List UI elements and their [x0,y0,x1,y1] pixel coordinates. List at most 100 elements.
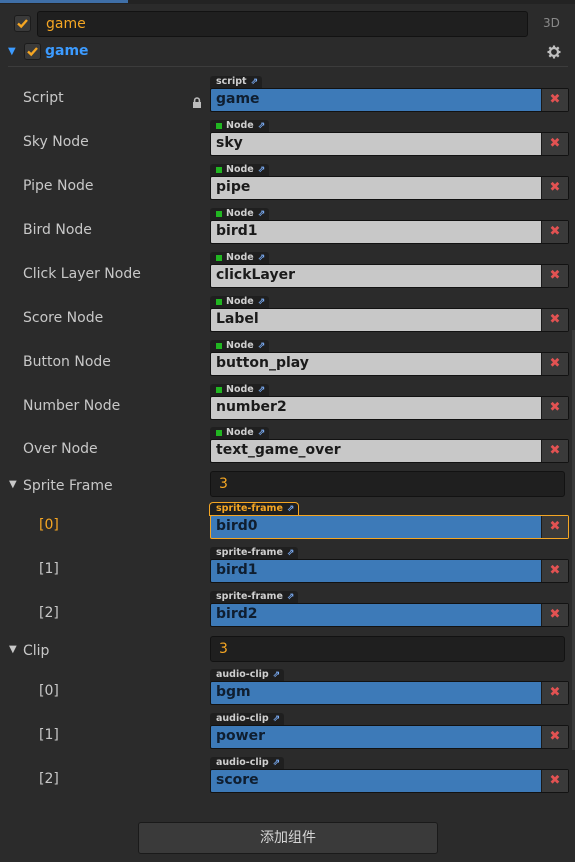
asset-field[interactable]: power ✖ [210,725,569,749]
checkmark-icon [17,19,28,29]
array-index-label: [2] [39,605,59,621]
triangle-down-icon[interactable]: ▼ [9,644,17,655]
array-item-sprite-frame-0: [0] sprite-frame ⇗ bird0 ✖ [0,503,575,547]
field-value: power [216,728,265,744]
property-label: Number Node [23,398,121,414]
type-badge: Node ⇗ [210,427,270,439]
external-link-icon[interactable]: ⇗ [273,713,281,725]
property-label: Sky Node [23,134,89,150]
close-icon[interactable]: ✖ [541,682,568,704]
node-field[interactable]: clickLayer ✖ [210,264,569,288]
type-badge: Node ⇗ [210,164,270,176]
property-label: Bird Node [23,222,92,238]
close-icon[interactable]: ✖ [541,770,568,792]
triangle-down-icon[interactable]: ▼ [9,479,17,490]
gear-icon[interactable] [547,44,561,63]
property-row-pipe-node: Pipe Node Node ⇗ pipe ✖ [0,164,575,208]
type-badge: Node ⇗ [210,208,270,220]
external-link-icon[interactable]: ⇗ [287,591,295,603]
array-size-input[interactable]: 3 [210,471,565,497]
add-component-button[interactable]: 添加组件 [138,822,438,854]
node-field[interactable]: number2 ✖ [210,396,569,420]
type-badge: Node ⇗ [210,252,270,264]
close-icon[interactable]: ✖ [541,309,568,331]
field-value: bird1 [216,223,258,239]
array-item-sprite-frame-2: [2] sprite-frame ⇗ bird2 ✖ [0,591,575,635]
close-icon[interactable]: ✖ [541,726,568,748]
script-field[interactable]: game ✖ [210,88,569,112]
3d-toggle[interactable]: 3D [543,16,560,30]
node-field[interactable]: button_play ✖ [210,352,569,376]
external-link-icon[interactable]: ⇗ [258,208,266,220]
array-size-value: 3 [219,476,228,492]
array-index-label: [0] [39,683,59,699]
external-link-icon[interactable]: ⇗ [273,669,281,681]
type-badge: Node ⇗ [210,120,270,132]
node-dot-icon [216,299,222,305]
external-link-icon[interactable]: ⇗ [258,296,266,308]
array-label: Sprite Frame [23,478,113,494]
array-item-clip-0: [0] audio-clip ⇗ bgm ✖ [0,669,575,713]
node-field[interactable]: pipe ✖ [210,176,569,200]
array-index-label: [1] [39,727,59,743]
field-value: number2 [216,399,287,415]
asset-field[interactable]: bird2 ✖ [210,603,569,627]
external-link-icon[interactable]: ⇗ [258,120,266,132]
node-field[interactable]: bird1 ✖ [210,220,569,244]
external-link-icon[interactable]: ⇗ [258,340,266,352]
array-item-sprite-frame-1: [1] sprite-frame ⇗ bird1 ✖ [0,547,575,591]
close-icon[interactable]: ✖ [541,221,568,243]
asset-field[interactable]: bird0 ✖ [210,515,569,539]
close-icon[interactable]: ✖ [541,89,568,111]
collapse-arrow-icon[interactable]: ▼ [8,46,16,57]
close-icon[interactable]: ✖ [541,397,568,419]
component-enabled-checkbox[interactable] [24,43,41,60]
array-label: Clip [23,643,50,659]
type-badge: Node ⇗ [210,384,270,396]
array-item-clip-1: [1] audio-clip ⇗ power ✖ [0,713,575,757]
close-icon[interactable]: ✖ [541,353,568,375]
node-dot-icon [216,343,222,349]
external-link-icon[interactable]: ⇗ [287,547,295,559]
asset-field[interactable]: bird1 ✖ [210,559,569,583]
property-row-sky-node: Sky Node Node ⇗ sky ✖ [0,120,575,164]
close-icon[interactable]: ✖ [541,604,568,626]
property-row-number-node: Number Node Node ⇗ number2 ✖ [0,384,575,428]
node-field[interactable]: text_game_over ✖ [210,439,569,463]
array-size-input[interactable]: 3 [210,636,565,662]
external-link-icon[interactable]: ⇗ [258,164,266,176]
external-link-icon[interactable]: ⇗ [287,503,295,515]
external-link-icon[interactable]: ⇗ [251,76,259,88]
node-name-input[interactable]: game [37,11,528,37]
close-icon[interactable]: ✖ [541,265,568,287]
external-link-icon[interactable]: ⇗ [273,757,281,769]
close-icon[interactable]: ✖ [541,560,568,582]
array-header-sprite-frame[interactable]: ▼ Sprite Frame 3 [0,465,575,503]
asset-field[interactable]: bgm ✖ [210,681,569,705]
property-row-button-node: Button Node Node ⇗ button_play ✖ [0,340,575,384]
node-field[interactable]: Label ✖ [210,308,569,332]
property-label: Over Node [23,441,98,457]
field-value: Label [216,311,259,327]
close-icon[interactable]: ✖ [541,516,568,538]
type-badge: sprite-frame ⇗ [210,503,299,515]
property-label: Script [23,90,64,106]
field-value: bird1 [216,562,258,578]
type-badge: sprite-frame ⇗ [210,591,299,603]
component-title[interactable]: game [45,43,89,59]
close-icon[interactable]: ✖ [541,440,568,462]
close-icon[interactable]: ✖ [541,133,568,155]
external-link-icon[interactable]: ⇗ [258,252,266,264]
header-divider [8,66,568,67]
asset-field[interactable]: score ✖ [210,769,569,793]
type-badge: audio-clip ⇗ [210,669,285,681]
node-field[interactable]: sky ✖ [210,132,569,156]
type-badge: audio-clip ⇗ [210,757,285,769]
node-dot-icon [216,255,222,261]
array-header-clip[interactable]: ▼ Clip 3 [0,630,575,668]
close-icon[interactable]: ✖ [541,177,568,199]
external-link-icon[interactable]: ⇗ [258,384,266,396]
node-enabled-checkbox[interactable] [14,15,31,32]
property-row-script: Script script ⇗ game ✖ [0,76,575,120]
external-link-icon[interactable]: ⇗ [258,427,266,439]
